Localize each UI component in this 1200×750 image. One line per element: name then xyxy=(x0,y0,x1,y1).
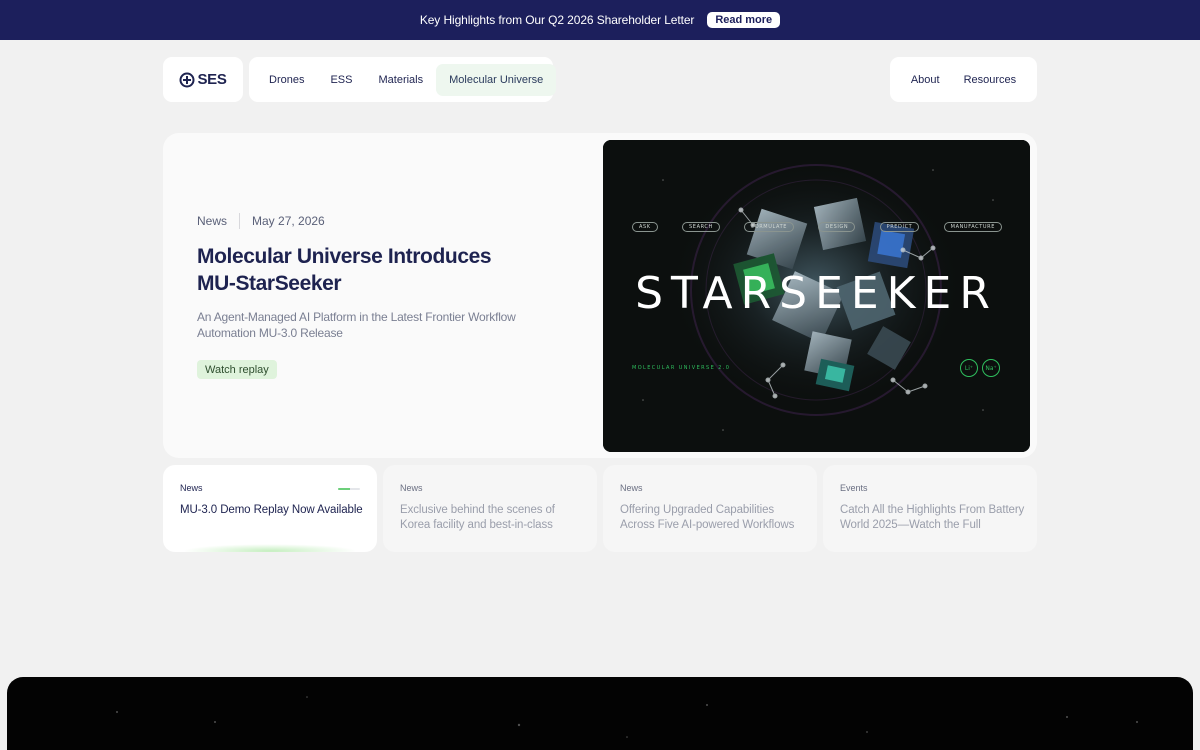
nav-item-resources[interactable]: Resources xyxy=(954,64,1027,96)
sodium-badge: Na⁺ xyxy=(982,359,1000,377)
hero-date: May 27, 2026 xyxy=(252,214,325,228)
media-title: STARSEEKER xyxy=(635,268,998,319)
news-progress-fill xyxy=(338,488,351,490)
media-caption: MOLECULAR UNIVERSE 2.0 xyxy=(632,365,731,371)
news-progress-bar xyxy=(338,488,360,490)
media-tag: FORMULATE xyxy=(744,222,795,232)
ses-logo-icon xyxy=(179,72,195,87)
news-card[interactable]: Events Catch All the Highlights From Bat… xyxy=(823,465,1037,552)
dark-feature-section xyxy=(7,677,1193,750)
hero-category: News xyxy=(197,214,228,228)
news-card[interactable]: News MU-3.0 Demo Replay Now Available xyxy=(163,465,377,552)
hero-card: News May 27, 2026 Molecular Universe Int… xyxy=(163,133,1037,458)
lithium-badge: Li⁺ xyxy=(960,359,978,377)
media-badges: Li⁺ Na⁺ xyxy=(960,359,1000,377)
news-title: Exclusive behind the scenes of Korea fac… xyxy=(400,504,555,531)
news-carousel: News MU-3.0 Demo Replay Now Available Ne… xyxy=(163,465,1037,552)
starfield-background xyxy=(116,696,1138,738)
nav-item-materials[interactable]: Materials xyxy=(365,64,436,96)
news-card[interactable]: News Exclusive behind the scenes of Kore… xyxy=(383,465,597,552)
news-category: News xyxy=(620,483,643,493)
media-tag-row: ASK SEARCH FORMULATE DESIGN PREDICT MANU… xyxy=(632,222,1002,232)
media-tag: DESIGN xyxy=(818,222,856,232)
announcement-bar: Key Highlights from Our Q2 2026 Sharehol… xyxy=(0,0,1200,40)
nav-item-molecular-universe[interactable]: Molecular Universe xyxy=(436,63,557,96)
news-category: News xyxy=(180,483,203,493)
nav-item-ess[interactable]: ESS xyxy=(317,64,365,96)
meta-divider xyxy=(239,213,241,229)
nav-item-about[interactable]: About xyxy=(901,64,950,96)
hero-meta: News May 27, 2026 xyxy=(197,213,325,229)
media-tag: MANUFACTURE xyxy=(943,222,1002,232)
nav-item-drones[interactable]: Drones xyxy=(256,64,317,96)
logo-text: SES xyxy=(197,71,227,88)
hero-media[interactable]: ASK SEARCH FORMULATE DESIGN PREDICT MANU… xyxy=(603,140,1030,452)
news-title: Catch All the Highlights From Battery Wo… xyxy=(840,504,1025,531)
watch-replay-button[interactable]: Watch replay xyxy=(197,360,277,379)
news-category: Events xyxy=(840,483,868,493)
secondary-nav: About Resources xyxy=(890,57,1037,102)
media-tag: ASK xyxy=(632,222,658,232)
hero-title: Molecular Universe Introduces MU-StarSee… xyxy=(197,245,492,295)
main-nav: Drones ESS Materials Molecular Universe xyxy=(249,57,557,102)
read-more-button[interactable]: Read more xyxy=(707,12,781,28)
news-category: News xyxy=(400,483,423,493)
logo-link[interactable]: SES xyxy=(163,57,243,102)
announcement-text: Key Highlights from Our Q2 2026 Sharehol… xyxy=(419,13,695,27)
news-title: MU-3.0 Demo Replay Now Available xyxy=(180,504,363,516)
news-card[interactable]: News Offering Upgraded Capabilities Acro… xyxy=(603,465,817,552)
news-title: Offering Upgraded Capabilities Across Fi… xyxy=(620,504,795,531)
media-tag: PREDICT xyxy=(879,222,920,232)
media-tag: SEARCH xyxy=(682,222,720,232)
hero-subtitle: An Agent-Managed AI Platform in the Late… xyxy=(197,310,516,340)
